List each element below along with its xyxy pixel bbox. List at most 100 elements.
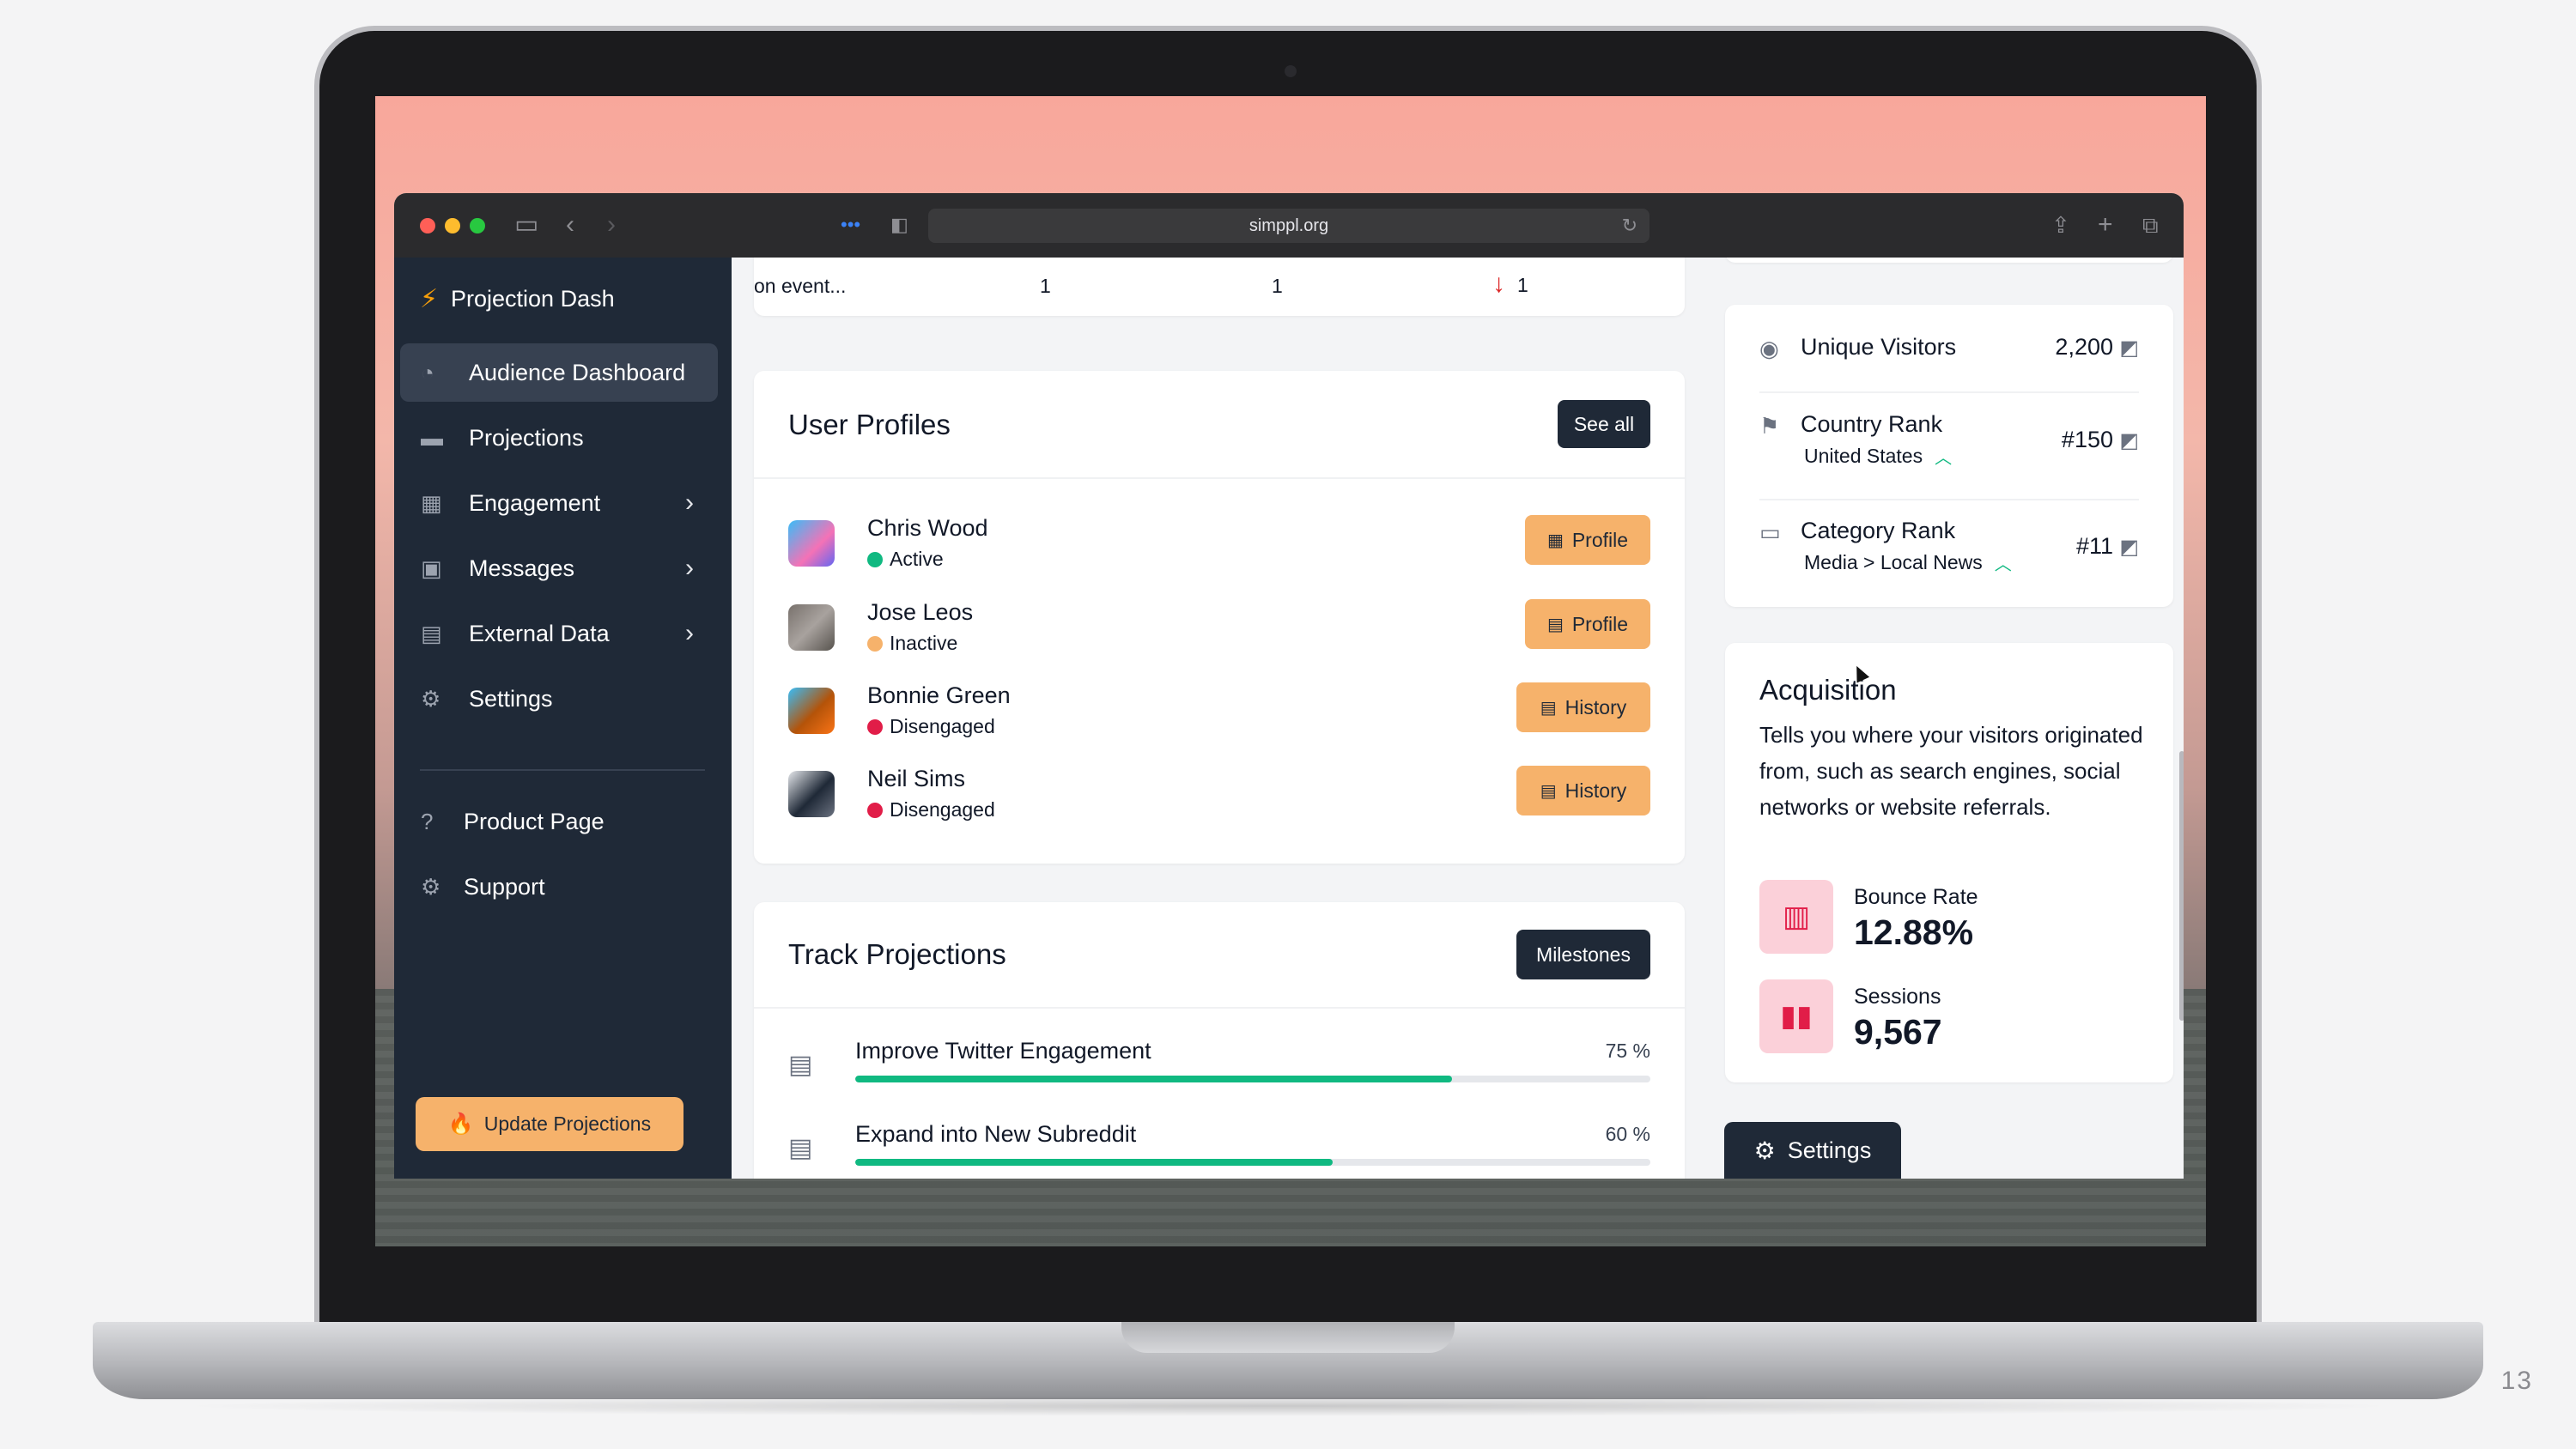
zoom-window-button[interactable]: [470, 218, 485, 233]
pie-chart-icon: ◔: [421, 359, 434, 385]
camera: [1285, 65, 1297, 77]
back-icon[interactable]: ‹: [566, 210, 574, 239]
metric-label: Bounce Rate: [1854, 885, 1978, 909]
chevron-right-icon: ›: [685, 554, 694, 582]
event-trend: ↓ 1: [1492, 270, 1528, 299]
profile-name[interactable]: Chris Wood: [867, 515, 988, 542]
milestones-button[interactable]: Milestones: [1516, 930, 1650, 979]
address-bar[interactable]: simppl.org ↻: [928, 209, 1649, 243]
history-button-label: History: [1564, 779, 1627, 802]
chevron-up-icon: ︿: [1994, 555, 2012, 574]
chevron-right-icon: ›: [685, 488, 694, 517]
status-label: Disengaged: [890, 715, 995, 737]
status-dot: [867, 551, 883, 567]
reload-icon[interactable]: ↻: [1622, 209, 1637, 243]
new-tab-icon[interactable]: +: [2098, 210, 2113, 239]
folder-icon: ▭: [1759, 519, 1781, 545]
stat-value: #150: [2061, 427, 2113, 452]
presentation-icon: ▥: [1759, 880, 1833, 954]
stat-divider: [1759, 391, 2139, 393]
tabs-overview-icon[interactable]: ⧉: [2142, 210, 2159, 239]
history-button[interactable]: ▤ History: [1516, 682, 1650, 732]
card-divider: [754, 1007, 1685, 1009]
event-name: on event...: [754, 275, 847, 297]
profile-status: Disengaged: [867, 798, 995, 822]
event-table-card: on event... 1 1 ↓ 1: [754, 258, 1685, 316]
table-icon: ▦: [421, 489, 442, 516]
sidebar-item-messages[interactable]: ▣ Messages ›: [400, 539, 718, 597]
gear-icon: ⚙: [1753, 1137, 1776, 1164]
shield-icon[interactable]: ◧: [890, 210, 908, 239]
sidebar-toggle-icon[interactable]: ▭: [514, 210, 538, 239]
traffic-stats-card: ◉ Unique Visitors 2,200 ◩ ⚑ Country Rank…: [1725, 305, 2173, 607]
metric-value: 9,567: [1854, 1012, 1942, 1052]
sidebar-item-projections[interactable]: ▬ Projections: [400, 409, 718, 467]
message-icon: ▤: [1540, 781, 1557, 801]
avatar[interactable]: [788, 520, 835, 567]
chevron-right-icon: ›: [685, 619, 694, 647]
clipboard-icon: ▤: [788, 1134, 813, 1162]
scrollbar[interactable]: [2179, 751, 2184, 1021]
profile-row-chris-wood: Chris Wood Active ▦ Profile: [788, 515, 1650, 584]
avatar[interactable]: [788, 604, 835, 651]
profile-name[interactable]: Jose Leos: [867, 599, 973, 626]
sidebar-item-label: Settings: [469, 685, 553, 712]
profile-button-label: Profile: [1571, 612, 1629, 635]
sidebar-item-settings[interactable]: ⚙ Settings: [400, 670, 718, 728]
question-circle-icon: ?: [421, 808, 434, 834]
settings-button[interactable]: ⚙ Settings: [1724, 1122, 1901, 1179]
acquisition-card: Acquisition Tells you where your visitor…: [1725, 643, 2173, 1082]
avatar[interactable]: [788, 688, 835, 734]
task-row: ▤ Improve Twitter Engagement 75 %: [788, 1038, 1650, 1106]
profile-row-bonnie-green: Bonnie Green Disengaged ▤ History: [788, 682, 1650, 751]
profile-button[interactable]: ▤ Profile: [1525, 599, 1650, 649]
track-projections-card: Track Projections Milestones ▤ Improve T…: [754, 902, 1685, 1179]
task-name: Improve Twitter Engagement: [855, 1038, 1151, 1064]
profile-status: Disengaged: [867, 715, 995, 738]
history-button[interactable]: ▤ History: [1516, 766, 1650, 815]
close-window-button[interactable]: [420, 218, 435, 233]
laptop-shadow: [172, 1396, 2404, 1416]
extension-icon[interactable]: •••: [841, 210, 860, 239]
status-dot: [867, 802, 883, 818]
update-projections-button[interactable]: 🔥 Update Projections: [416, 1097, 683, 1151]
chevron-up-icon: ︿: [1935, 449, 1953, 468]
brand[interactable]: ⚡ Projection Dash: [420, 282, 615, 316]
acquisition-title: Acquisition: [1759, 674, 1897, 706]
task-name: Expand into New Subreddit: [855, 1121, 1137, 1147]
progress-fill: [855, 1076, 1452, 1082]
sidebar-item-label: Engagement: [469, 489, 601, 516]
sidebar-item-product-page[interactable]: ? Product Page: [400, 792, 718, 851]
see-all-button[interactable]: See all: [1558, 400, 1650, 448]
minimize-window-button[interactable]: [445, 218, 460, 233]
stat-divider: [1759, 499, 2139, 500]
lightning-icon: ⚡: [420, 284, 439, 313]
user-profiles-card: User Profiles See all Chris Wood Active: [754, 371, 1685, 864]
acquisition-description: Tells you where your visitors originated…: [1759, 722, 2143, 820]
avatar[interactable]: [788, 771, 835, 817]
sidebar-item-external-data[interactable]: ▤ External Data ›: [400, 604, 718, 663]
brand-label: Projection Dash: [451, 285, 615, 312]
share-icon[interactable]: ⇪: [2051, 210, 2070, 239]
partial-card: [1725, 258, 2173, 263]
profile-name[interactable]: Neil Sims: [867, 766, 965, 792]
chart-trend-icon: ◩: [2119, 536, 2139, 559]
sidebar-item-support[interactable]: ⚙ Support: [400, 858, 718, 916]
card-divider: [754, 477, 1685, 479]
card-icon: ▬: [421, 424, 443, 451]
profile-name[interactable]: Bonnie Green: [867, 682, 1011, 709]
forward-icon[interactable]: ›: [607, 210, 616, 239]
stat-sub-label: Media > Local News: [1804, 551, 1983, 573]
event-value-3: 1: [1517, 274, 1528, 296]
status-label: Active: [890, 548, 944, 570]
stat-value: #11: [2075, 533, 2113, 559]
status-label: Disengaged: [890, 798, 995, 821]
sidebar-item-engagement[interactable]: ▦ Engagement ›: [400, 474, 718, 532]
profile-status: Active: [867, 548, 944, 571]
status-label: Inactive: [890, 632, 958, 654]
calendar-icon: ▦: [1546, 530, 1564, 550]
user-profiles-title: User Profiles: [788, 409, 951, 440]
sidebar-item-label: Audience Dashboard: [469, 359, 686, 385]
sidebar-item-audience-dashboard[interactable]: ◔ Audience Dashboard: [400, 343, 718, 402]
profile-button[interactable]: ▦ Profile: [1525, 515, 1650, 565]
